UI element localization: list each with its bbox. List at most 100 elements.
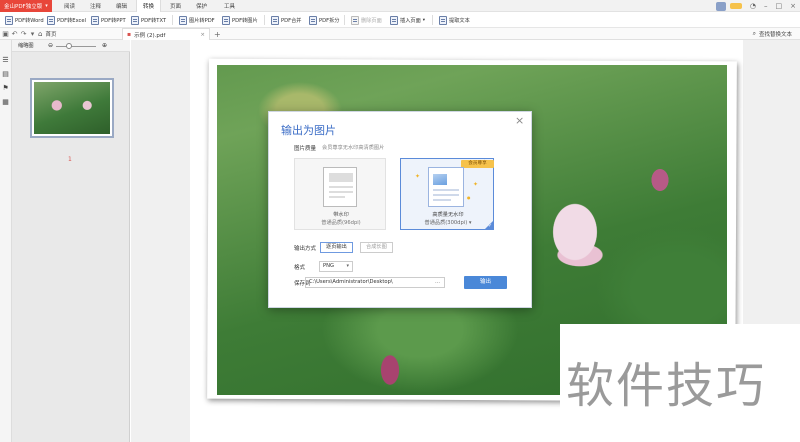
chevron-down-icon[interactable]: ▾ <box>28 29 37 39</box>
zoom-in-icon[interactable]: ⊕ <box>102 42 107 49</box>
output-long-image-button[interactable]: 合成长图 <box>360 242 393 253</box>
output-mode-label: 输出方式 <box>294 246 317 252</box>
menu-tools[interactable]: 工具 <box>218 0 241 12</box>
close-icon[interactable]: × <box>790 2 796 10</box>
bookmark-icon[interactable]: ⚑ <box>1 84 10 93</box>
page-number: 1 <box>68 156 72 163</box>
pdf-split-label: PDF拆分 <box>319 17 340 24</box>
pdf-to-excel-label: PDF转Excel <box>57 17 87 24</box>
pdf-to-word-label: PDF转Word <box>15 17 44 24</box>
maximize-icon[interactable]: □ <box>776 2 783 10</box>
picture-icon <box>433 174 447 185</box>
excel-icon <box>47 15 55 25</box>
quality-option-hd[interactable]: 会员尊享 ✦ ✦ ● 高质量无水印 普通品质(300dpi) ▾ ✓ <box>400 158 494 230</box>
thumbnail-title: 缩略图 <box>18 43 34 49</box>
menu-annotate[interactable]: 注释 <box>84 0 107 12</box>
word-icon <box>5 15 13 25</box>
ribbon-divider <box>432 15 433 25</box>
tab-bar <box>0 28 800 40</box>
browse-button[interactable]: ... <box>435 278 440 287</box>
quality-option-watermark-dpi: 普通品质(96dpi) <box>321 220 361 226</box>
pdf-to-txt-label: PDF转TXT <box>141 17 167 24</box>
new-tab-button[interactable]: + <box>214 28 221 40</box>
extract-text-label: 提取文本 <box>449 17 470 24</box>
insert-page-icon <box>390 15 398 25</box>
tab-home-label: 首页 <box>45 32 57 38</box>
find-replace-button[interactable]: ⌕ 查找替换文本 <box>753 28 792 40</box>
pdf-split-button[interactable]: PDF拆分 <box>306 12 342 28</box>
insert-page-button[interactable]: 插入页面 ▾ <box>387 12 428 28</box>
undo-icon[interactable]: ↶ <box>10 29 19 39</box>
delete-page-button[interactable]: 删除页面 <box>348 12 385 28</box>
ppt-icon <box>91 15 99 25</box>
pdf-file-icon: ▪ <box>127 31 132 38</box>
export-button[interactable]: 输出 <box>464 276 507 289</box>
page-thumbnail[interactable] <box>30 78 114 138</box>
pages-icon[interactable]: ▦ <box>1 98 10 107</box>
pdf-to-ppt-label: PDF转PPT <box>101 17 126 24</box>
thumbnails-icon[interactable]: ▤ <box>1 70 10 79</box>
menu-edit[interactable]: 编辑 <box>110 0 133 12</box>
thumbnail-zoom-handle[interactable] <box>66 43 72 49</box>
zoom-out-icon[interactable]: ⊖ <box>48 42 53 49</box>
dialog-title: 输出为图片 <box>281 124 336 137</box>
find-replace-label: 查找替换文本 <box>758 32 792 38</box>
image-to-pdf-button[interactable]: 图片转PDF <box>176 12 218 28</box>
quality-label: 图片质量 <box>294 146 317 152</box>
app-name: 金山PDF独立版 <box>4 4 43 10</box>
save-path-input[interactable]: C:\Users\Administrator\Desktop\ ... <box>305 277 445 288</box>
chevron-down-icon: ▾ <box>422 17 426 23</box>
tab-document-label: 示例 (2).pdf <box>134 32 166 39</box>
pdf-to-image-label: PDF转图片 <box>232 17 258 24</box>
vip-badge-icon[interactable] <box>729 3 742 9</box>
ribbon-divider <box>264 15 265 25</box>
redo-icon[interactable]: ↷ <box>19 29 28 39</box>
pdf-merge-button[interactable]: PDF合并 <box>268 12 304 28</box>
close-tab-icon[interactable]: × <box>200 32 205 38</box>
quality-option-hd-dpi[interactable]: 普通品质(300dpi) ▾ <box>401 219 495 226</box>
image-to-pdf-label: 图片转PDF <box>189 17 215 24</box>
pdf-to-ppt-button[interactable]: PDF转PPT <box>88 12 129 28</box>
sparkle-icon: ✦ <box>415 173 421 180</box>
pdf-to-word-button[interactable]: PDF转Word <box>2 12 47 28</box>
skin-icon[interactable]: ◔ <box>750 2 756 10</box>
watermark-text: 软件技巧 <box>566 358 767 414</box>
ribbon-divider <box>172 15 173 25</box>
image-icon <box>179 15 187 25</box>
menu-page[interactable]: 页面 <box>164 0 187 12</box>
delete-page-label: 删除页面 <box>361 17 382 24</box>
menu-read[interactable]: 阅读 <box>58 0 81 12</box>
output-single-page-button[interactable]: 逐页输出 <box>320 242 353 253</box>
hd-document-icon <box>428 167 464 207</box>
sparkle-icon: ● <box>467 195 471 200</box>
vip-badge: 会员尊享 <box>461 160 494 168</box>
txt-icon <box>131 15 139 25</box>
delete-page-icon <box>351 15 359 25</box>
extract-text-button[interactable]: 提取文本 <box>436 12 473 28</box>
window-controls: ◔ – □ × <box>715 0 800 12</box>
menu-protect[interactable]: 保护 <box>190 0 213 12</box>
app-menu-button[interactable]: 金山PDF独立版 ▾ <box>0 0 52 12</box>
pdf-to-image-button[interactable]: PDF转图片 <box>219 12 261 28</box>
thumbnail-zoom-slider[interactable] <box>56 46 96 47</box>
text-line <box>433 189 459 191</box>
list-icon[interactable]: ☰ <box>1 56 10 65</box>
home-icon: ⌂ <box>38 30 43 38</box>
text-line <box>433 199 451 201</box>
extract-text-icon <box>439 15 447 25</box>
pdf-to-txt-button[interactable]: PDF转TXT <box>128 12 169 28</box>
pdf-to-excel-button[interactable]: PDF转Excel <box>44 12 89 28</box>
pdf-merge-label: PDF合并 <box>281 17 302 24</box>
split-icon <box>309 15 317 25</box>
tab-document[interactable]: ▪ 示例 (2).pdf × <box>122 28 210 40</box>
picture-icon <box>222 15 230 25</box>
close-icon[interactable]: × <box>515 114 524 127</box>
quality-option-watermark[interactable]: 带水印 普通品质(96dpi) <box>294 158 386 230</box>
selected-check-icon: ✓ <box>484 220 494 230</box>
menu-convert[interactable]: 转换 <box>136 0 162 12</box>
minimize-icon[interactable]: – <box>764 2 768 10</box>
open-folder-icon[interactable]: ▣ <box>1 29 10 39</box>
format-select[interactable]: PNG ▾ <box>319 261 353 272</box>
tab-home[interactable]: ⌂ 首页 <box>38 28 56 40</box>
avatar[interactable] <box>715 1 726 11</box>
